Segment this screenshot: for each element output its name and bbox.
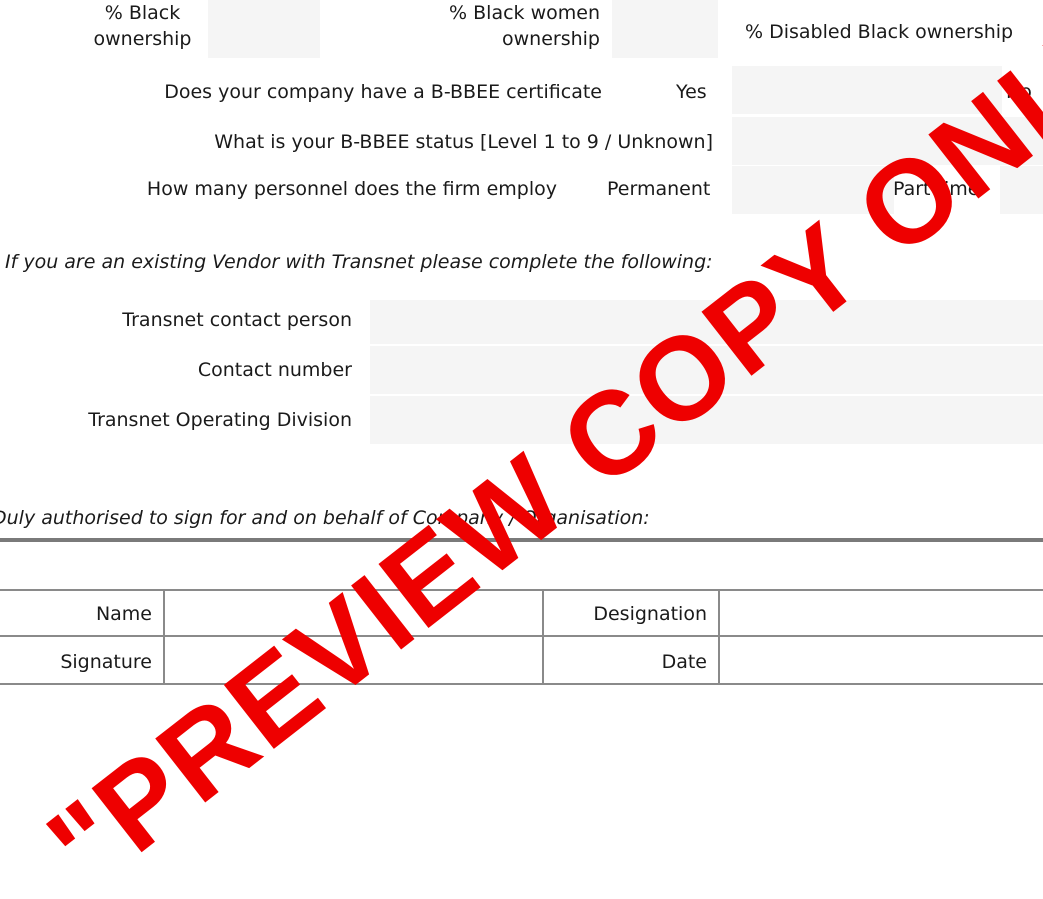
- table-middle-border: [0, 635, 1043, 637]
- table-top-border: [0, 589, 1043, 591]
- signature-input[interactable]: [166, 638, 541, 682]
- personnel-question: How many personnel does the firm employ: [146, 178, 557, 200]
- operating-division-input[interactable]: [370, 396, 1043, 444]
- contact-number-input[interactable]: [370, 346, 1043, 394]
- black-ownership-input[interactable]: [208, 0, 320, 58]
- signoff-heading: Duly authorised to sign for and on behal…: [0, 507, 650, 529]
- black-ownership-label: % Black ownership: [93, 2, 192, 50]
- bbbee-status-question: What is your B-BBEE status [Level 1 to 9…: [214, 131, 713, 153]
- table-divider-3: [718, 590, 720, 684]
- permanent-input[interactable]: [732, 166, 894, 214]
- black-women-ownership-input[interactable]: [612, 0, 718, 58]
- black-women-ownership-label: % Black women ownership: [449, 2, 600, 50]
- disabled-black-ownership-label: % Disabled Black ownership: [745, 21, 1014, 43]
- operating-division-label: Transnet Operating Division: [88, 409, 352, 431]
- permanent-label: Permanent: [607, 178, 711, 200]
- designation-label: Designation: [593, 603, 707, 625]
- table-divider-1: [163, 590, 165, 684]
- vendor-section-heading: If you are an existing Vendor with Trans…: [5, 251, 713, 273]
- bbbee-no-label: No: [1006, 81, 1032, 103]
- part-time-label: Part time: [893, 178, 980, 200]
- contact-number-label: Contact number: [197, 359, 352, 381]
- bbbee-yes-label: Yes: [676, 81, 707, 103]
- signoff-top-rule: [0, 538, 1043, 542]
- bbbee-certificate-question: Does your company have a B-BBEE certific…: [164, 81, 602, 103]
- designation-input[interactable]: [721, 592, 1043, 634]
- name-label: Name: [95, 603, 152, 625]
- table-bottom-border: [0, 683, 1043, 685]
- name-input[interactable]: [166, 592, 541, 634]
- bbbee-certificate-choice[interactable]: [732, 66, 1002, 114]
- date-label: Date: [661, 651, 707, 673]
- contact-person-input[interactable]: [370, 300, 1043, 344]
- table-divider-2: [542, 590, 544, 684]
- date-input[interactable]: [721, 638, 1043, 682]
- contact-person-label: Transnet contact person: [122, 309, 352, 331]
- signature-label: Signature: [60, 651, 152, 673]
- part-time-input[interactable]: [1000, 166, 1043, 214]
- bbbee-status-input[interactable]: [732, 117, 1043, 165]
